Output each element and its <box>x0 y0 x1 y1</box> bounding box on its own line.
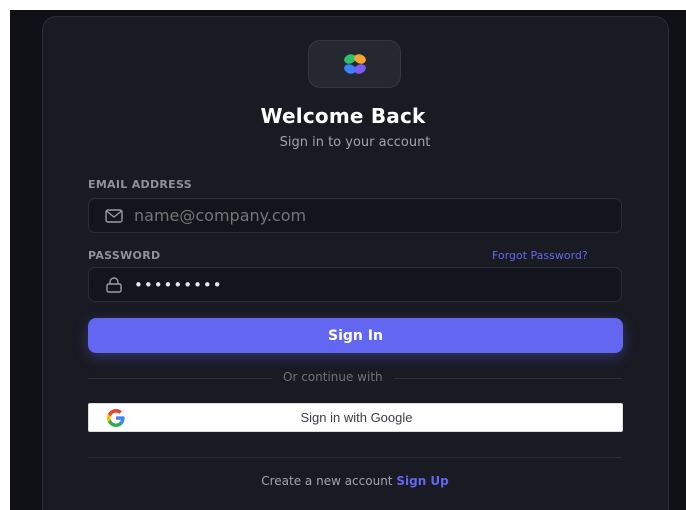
signup-prompt-text: Create a new account <box>261 474 393 488</box>
email-input[interactable] <box>134 206 574 225</box>
sign-up-link[interactable]: Sign Up <box>396 474 448 488</box>
password-field[interactable] <box>88 267 622 302</box>
password-label: PASSWORD <box>88 249 161 262</box>
mail-icon <box>105 207 123 225</box>
google-sign-in-button[interactable]: Sign in with Google <box>88 403 623 432</box>
lock-icon <box>105 276 123 294</box>
page-subtitle: Sign in to your account <box>279 135 431 150</box>
footer-divider <box>88 457 622 458</box>
email-label: EMAIL ADDRESS <box>88 178 192 191</box>
divider-text: Or continue with <box>272 370 394 384</box>
email-field[interactable] <box>88 198 622 233</box>
brand-logo <box>308 40 401 88</box>
sign-in-button[interactable]: Sign In <box>88 318 623 353</box>
signup-prompt: Create a new account Sign Up <box>0 474 686 488</box>
login-card <box>42 16 669 510</box>
password-input[interactable] <box>134 275 574 294</box>
page-title: Welcome Back <box>260 104 426 128</box>
four-petal-logo-icon <box>343 54 366 74</box>
google-button-label: Sign in with Google <box>300 410 413 425</box>
forgot-password-link[interactable]: Forgot Password? <box>492 249 588 262</box>
